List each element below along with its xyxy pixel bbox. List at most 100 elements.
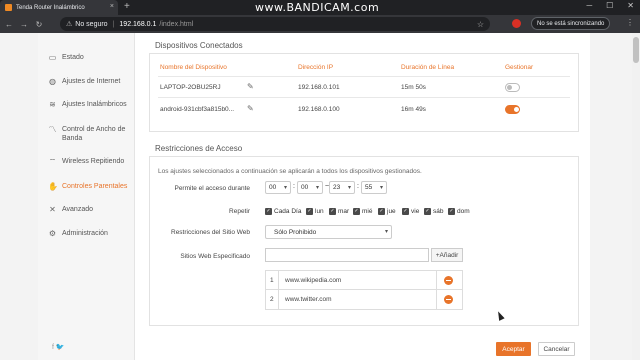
site-restriction-label: Restricciones del Sitio Web [171, 229, 250, 236]
browser-tab[interactable]: Tenda Router Inalámbrico × [0, 0, 118, 15]
site-index: 1 [270, 277, 274, 284]
sidebar-item-label: Administración [62, 230, 108, 237]
tenda-favicon-icon [5, 4, 12, 11]
start-minute-select[interactable]: 00 ▾ [297, 181, 323, 194]
sidebar-item-bandwidth[interactable]: 〽 Control de Ancho de Banda [38, 125, 135, 143]
sidebar-item-label: Ajustes Inalámbricos [62, 101, 127, 108]
sidebar-item-estado[interactable]: ▭ Estado [38, 53, 135, 62]
sidebar-item-admin[interactable]: ⚙ Administración [38, 229, 135, 238]
sidebar-item-advanced[interactable]: ✕ Avanzado [38, 205, 135, 214]
url-path: /index.html [159, 20, 194, 28]
sidebar-item-repeater[interactable]: ⌔ Wireless Repitiendo [38, 157, 135, 166]
devices-title: Dispositivos Conectados [155, 41, 243, 50]
maximize-icon[interactable]: ☐ [606, 1, 613, 10]
checkmark-icon: ✓ [448, 208, 455, 215]
bandicam-watermark: www.BANDICAM.com [255, 1, 380, 14]
extension-icon[interactable] [512, 19, 521, 28]
back-icon[interactable]: ← [3, 20, 15, 29]
sidebar-item-internet[interactable]: ◍ Ajustes de Internet [38, 77, 135, 86]
cancel-button[interactable]: Cancelar [538, 342, 575, 356]
device-name: LAPTOP-2OBU25RJ [160, 84, 221, 91]
bandwidth-icon: 〽 [48, 125, 57, 134]
sidebar-item-label: Control de Ancho de Banda [62, 126, 126, 142]
col-device-name: Nombre del Dispositivo [160, 64, 227, 71]
manage-toggle[interactable] [505, 83, 520, 92]
device-duration: 16m 49s [401, 106, 426, 113]
site-url-input[interactable] [265, 248, 429, 262]
device-ip: 192.168.0.101 [298, 84, 340, 91]
day-checkbox-thu[interactable]: ✓ jue [378, 208, 396, 215]
bookmark-star-icon[interactable]: ☆ [477, 20, 484, 29]
url-host: 192.168.0.1 [119, 20, 157, 28]
not-secure-icon: ⚠ [66, 21, 73, 28]
repeater-icon: ⌔ [48, 157, 57, 166]
restrictions-note: Los ajustes seleccionados a continuación… [158, 168, 422, 175]
new-tab-button[interactable]: + [124, 1, 130, 12]
col-ip: Dirección IP [298, 64, 334, 71]
day-checkbox-sun[interactable]: ✓ dom [448, 208, 470, 215]
sidebar: ▭ Estado ◍ Ajustes de Internet ≋ Ajustes… [38, 33, 135, 360]
social-links[interactable]: f 🐦 [52, 343, 65, 351]
col-duration: Duración de Línea [401, 64, 455, 71]
sidebar-item-label: Avanzado [62, 206, 94, 213]
main-content: Dispositivos Conectados Nombre del Dispo… [135, 33, 590, 360]
start-hour-select[interactable]: 00 ▾ [265, 181, 291, 194]
globe-icon: ◍ [49, 77, 56, 86]
restrictions-panel: Los ajustes seleccionados a continuación… [149, 156, 579, 326]
sidebar-item-parental[interactable]: ✋ Controles Parentales [38, 182, 135, 191]
minimize-icon[interactable]: ─ [586, 1, 592, 10]
chevron-down-icon: ▾ [315, 185, 319, 191]
sites-table: 1 www.wikipedia.com 2 www.twitter.com [265, 270, 463, 310]
device-name: android-931cbf3a815b0... [160, 106, 235, 113]
site-restriction-select[interactable]: Sólo Prohibido ▾ [265, 225, 392, 239]
end-minute-select[interactable]: 55 ▾ [361, 181, 387, 194]
sidebar-item-wireless[interactable]: ≋ Ajustes Inalámbricos [38, 100, 135, 109]
repeat-label: Repetir [229, 208, 250, 215]
access-time-label: Permite el acceso durante [174, 185, 250, 192]
browser-titlebar: Tenda Router Inalámbrico × + www.BANDICA… [0, 0, 640, 15]
restrictions-title: Restricciones de Acceso [155, 144, 243, 153]
add-site-button[interactable]: +Añadir [431, 248, 463, 262]
device-duration: 15m 50s [401, 84, 426, 91]
tab-title: Tenda Router Inalámbrico [16, 4, 85, 11]
col-manage: Gestionar [505, 64, 534, 71]
tools-icon: ✕ [49, 205, 56, 214]
accept-button[interactable]: Aceptar [496, 342, 531, 356]
reload-icon[interactable]: ↻ [33, 20, 45, 29]
router-page: ▭ Estado ◍ Ajustes de Internet ≋ Ajustes… [0, 33, 640, 360]
checkmark-icon: ✓ [329, 208, 336, 215]
site-url: www.twitter.com [285, 296, 332, 303]
site-url: www.wikipedia.com [285, 277, 342, 284]
scrollbar-thumb[interactable] [633, 37, 639, 63]
close-window-icon[interactable]: ✕ [627, 1, 634, 10]
day-checkbox-mon[interactable]: ✓ lun [306, 208, 324, 215]
remove-site-icon[interactable] [444, 295, 453, 304]
day-checkbox-wed[interactable]: ✓ mié [353, 208, 372, 215]
sidebar-item-label: Ajustes de Internet [62, 78, 121, 85]
wifi-icon: ≋ [49, 100, 56, 109]
sync-status-button[interactable]: No se está sincronizando [531, 17, 611, 30]
site-index: 2 [270, 296, 274, 303]
gear-icon: ⚙ [48, 229, 57, 238]
day-checkbox-fri[interactable]: ✓ vie [402, 208, 419, 215]
router-icon: ▭ [48, 53, 57, 62]
checkmark-icon: ✓ [306, 208, 313, 215]
day-checkbox-sat[interactable]: ✓ sáb [424, 208, 443, 215]
sidebar-item-label: Controles Parentales [62, 183, 128, 190]
tab-close-icon[interactable]: × [110, 3, 114, 10]
remove-site-icon[interactable] [444, 276, 453, 285]
page-scrollbar[interactable] [632, 33, 640, 360]
chevron-down-icon: ▾ [283, 185, 287, 191]
day-checkbox-tue[interactable]: ✓ mar [329, 208, 349, 215]
end-hour-select[interactable]: 23 ▾ [329, 181, 355, 194]
checkmark-icon: ✓ [353, 208, 360, 215]
device-ip: 192.168.0.100 [298, 106, 340, 113]
day-checkbox-everyday[interactable]: ✓ Cada Día [265, 208, 301, 215]
url-field[interactable]: ⚠ No seguro | 192.168.0.1/index.html ☆ [60, 17, 490, 31]
browser-menu-icon[interactable]: ⋮ [626, 18, 634, 27]
checkmark-icon: ✓ [402, 208, 409, 215]
edit-pencil-icon[interactable]: ✎ [247, 82, 254, 91]
forward-icon[interactable]: → [18, 20, 30, 29]
manage-toggle[interactable] [505, 105, 520, 114]
edit-pencil-icon[interactable]: ✎ [247, 104, 254, 113]
